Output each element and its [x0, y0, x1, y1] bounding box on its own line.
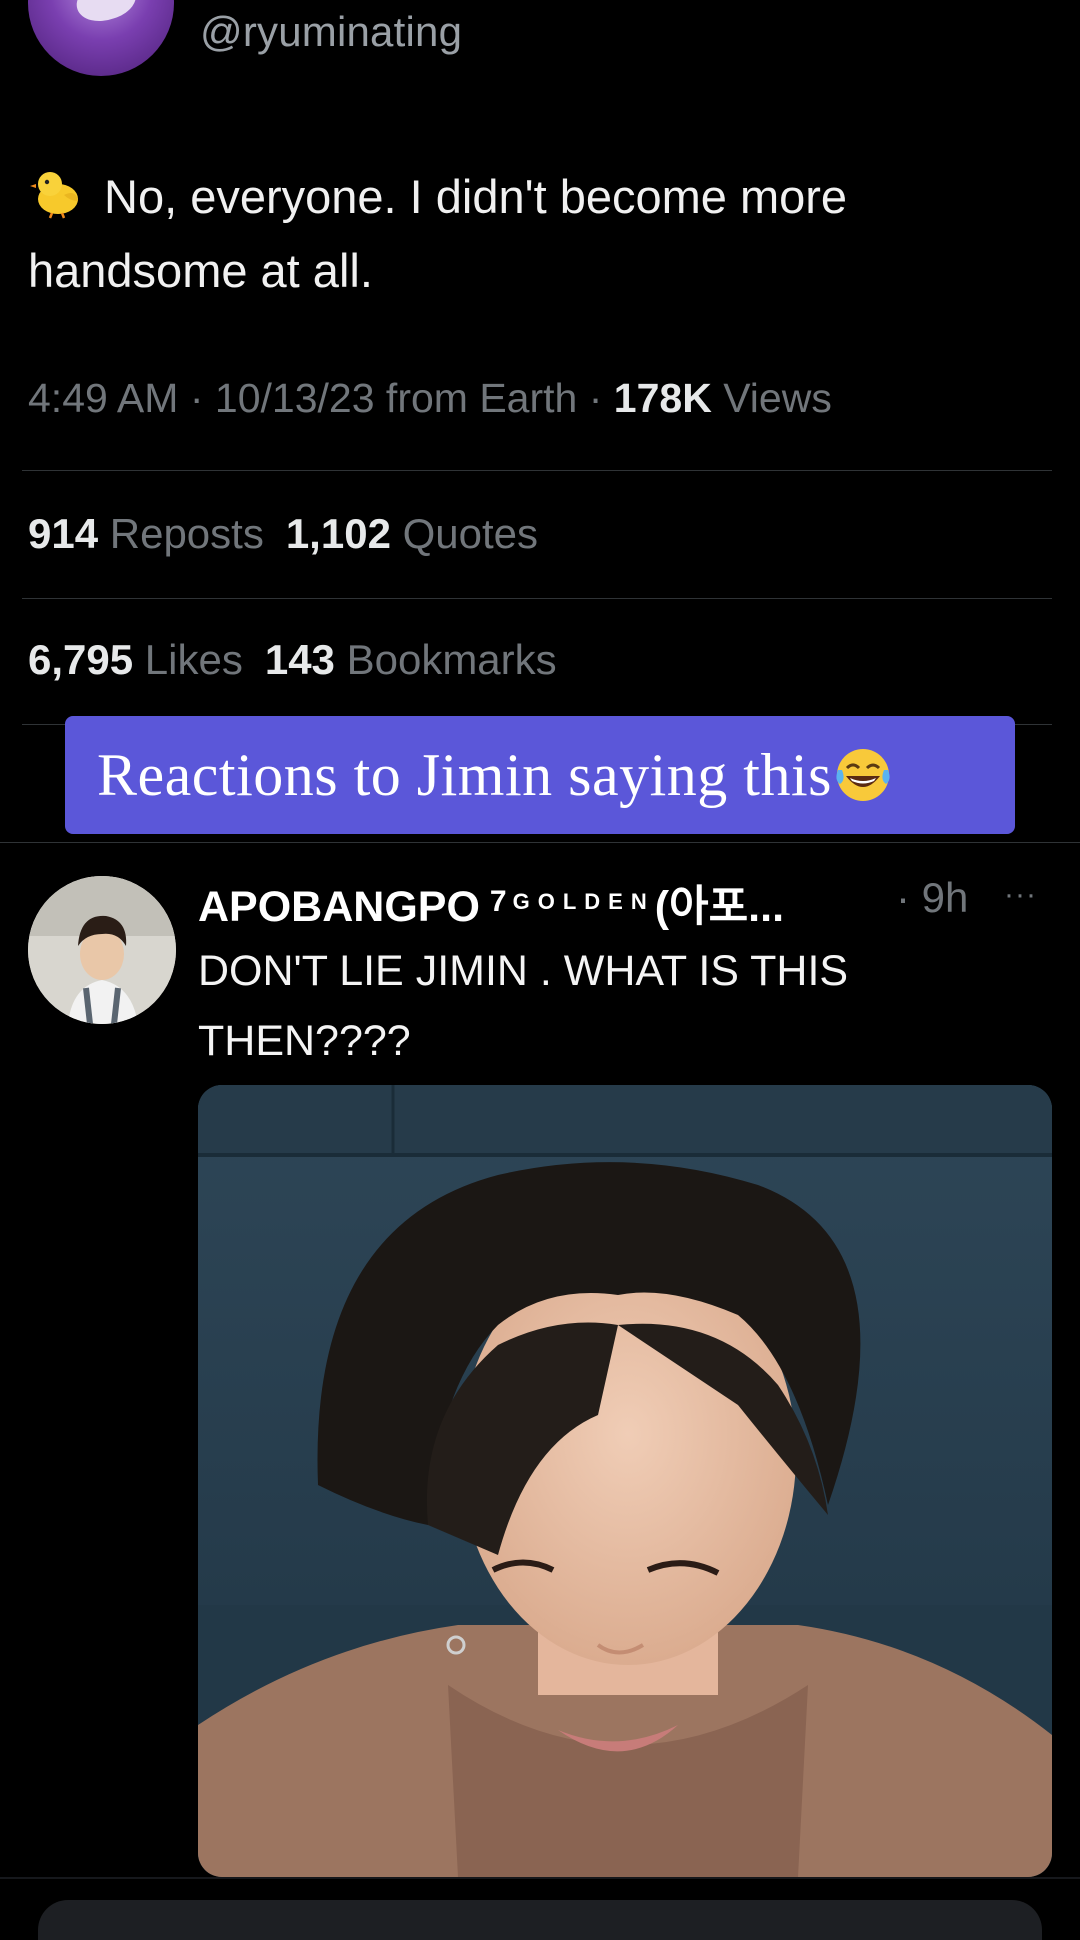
author-handle[interactable]: @ryuminating: [200, 8, 462, 56]
reply-name-sup: 7: [489, 885, 507, 918]
reply-name-suffix: (아포...: [654, 883, 785, 931]
reply-name-text: APOBANGPO: [198, 883, 480, 931]
divider: [0, 842, 1080, 843]
tweet-meta: 4:49 AM · 10/13/23 from Earth · 178K Vie…: [28, 375, 832, 422]
views-count: 178K: [613, 375, 712, 421]
reposts-stat[interactable]: 914 Reposts: [28, 510, 264, 557]
tweet-body: No, everyone. I didn't become more hands…: [28, 170, 848, 297]
likes-count: 6,795: [28, 636, 134, 683]
tweet-location: from Earth: [385, 375, 578, 421]
laughing-tears-icon: [834, 746, 892, 804]
meta-sep: ·: [189, 375, 204, 421]
caption-banner: Reactions to Jimin saying this: [65, 716, 1015, 834]
reply-composer-bar[interactable]: [38, 1900, 1042, 1940]
author-avatar[interactable]: [28, 0, 174, 76]
meta-sep: ·: [588, 375, 603, 421]
tweet-time[interactable]: 4:49 AM: [28, 375, 178, 421]
bookmarks-label: Bookmarks: [346, 636, 557, 683]
reply-photo[interactable]: [198, 1085, 1052, 1877]
likes-stat[interactable]: 6,795 Likes: [28, 636, 243, 683]
quotes-count: 1,102: [285, 510, 391, 557]
reply-name-badge: GOLDEN: [512, 889, 655, 914]
reply-time[interactable]: · 9h: [896, 874, 968, 922]
tweet-text: No, everyone. I didn't become more hands…: [28, 160, 1038, 308]
reply-text: DON'T LIE JIMIN . WHAT IS THIS THEN????: [198, 947, 849, 1065]
divider: [0, 1877, 1080, 1879]
bookmarks-stat[interactable]: 143 Bookmarks: [265, 636, 557, 683]
stats-row-likes: 6,795 Likes 143 Bookmarks: [28, 636, 557, 684]
tweet-date[interactable]: 10/13/23: [215, 375, 375, 421]
divider: [22, 470, 1052, 471]
quotes-stat[interactable]: 1,102 Quotes: [286, 510, 538, 557]
reply-display-name[interactable]: APOBANGPO 7 GOLDEN(아포...: [198, 872, 784, 934]
more-options-icon[interactable]: ···: [1004, 880, 1044, 920]
divider: [22, 598, 1052, 599]
reposts-count: 914: [28, 510, 99, 557]
banner-text: Reactions to Jimin saying this: [97, 741, 832, 808]
quotes-label: Quotes: [402, 510, 539, 557]
avatar-graphic: [70, 0, 142, 30]
bookmarks-count: 143: [264, 636, 335, 683]
reposts-label: Reposts: [109, 510, 264, 557]
reply-avatar[interactable]: [28, 876, 176, 1024]
chick-icon: [28, 167, 84, 219]
likes-label: Likes: [144, 636, 243, 683]
stats-row-reposts: 914 Reposts 1,102 Quotes: [28, 510, 538, 558]
views-label: Views: [723, 375, 832, 421]
